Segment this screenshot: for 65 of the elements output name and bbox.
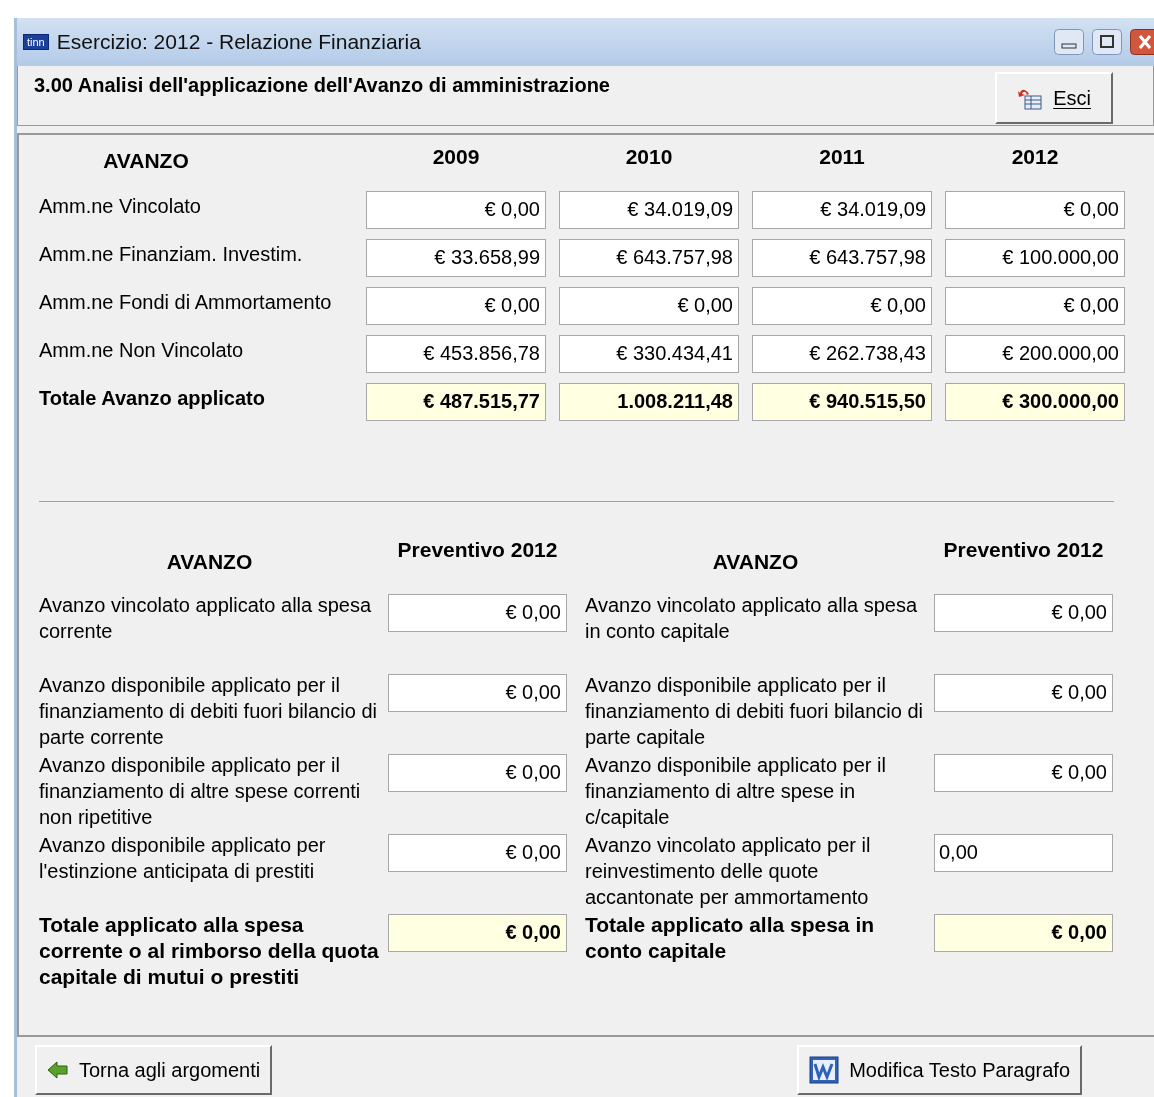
- app-logo: tinn: [23, 34, 49, 50]
- column-header: Preventivo 2012: [942, 537, 1105, 563]
- total-field: € 487.515,77: [366, 383, 546, 421]
- column-header: 2011: [818, 144, 866, 170]
- column-header: AVANZO: [165, 549, 254, 575]
- row-label: Amm.ne Fondi di Ammortamento: [39, 290, 333, 315]
- column-header: 2012: [1010, 144, 1060, 170]
- column-header: 2010: [624, 144, 674, 170]
- value-field[interactable]: € 643.757,98: [752, 239, 932, 277]
- total-field: € 0,00: [934, 914, 1113, 952]
- exit-button[interactable]: Esci: [995, 72, 1113, 124]
- total-field: € 940.515,50: [752, 383, 932, 421]
- row-label: Avanzo disponibile applicato per il finanziamento di debiti fuori bilancio di parte capitale: [585, 673, 924, 750]
- row-label: Avanzo vincolato applicato alla spesa in conto capitale: [585, 593, 919, 644]
- value-field[interactable]: € 0,00: [388, 594, 567, 632]
- left-arrow-icon: [47, 1061, 69, 1079]
- row-label: Amm.ne Non Vincolato: [39, 338, 245, 363]
- row-label: Avanzo disponibile applicato per l'estinzione anticipata di prestiti: [39, 833, 327, 884]
- value-field[interactable]: € 100.000,00: [945, 239, 1125, 277]
- total-field: € 300.000,00: [945, 383, 1125, 421]
- value-field[interactable]: € 0,00: [366, 287, 546, 325]
- row-label: Avanzo disponibile applicato per il finanziamento di altre spese in c/capitale: [585, 753, 887, 830]
- column-header: Preventivo 2012: [396, 537, 559, 563]
- maximize-icon[interactable]: [1092, 29, 1122, 55]
- total-field: 1.008.211,48: [559, 383, 739, 421]
- value-field[interactable]: € 0,00: [934, 754, 1113, 792]
- value-field[interactable]: € 453.856,78: [366, 335, 546, 373]
- value-field[interactable]: € 0,00: [945, 287, 1125, 325]
- value-field[interactable]: € 33.658,99: [366, 239, 546, 277]
- row-label: Avanzo disponibile applicato per il finanziamento di debiti fuori bilancio di parte corrente: [39, 673, 378, 750]
- window-title: Esercizio: 2012 - Relazione Finanziaria: [56, 30, 421, 54]
- row-label: Amm.ne Finanziam. Investim.: [39, 242, 304, 267]
- value-field[interactable]: € 643.757,98: [559, 239, 739, 277]
- value-field[interactable]: € 200.000,00: [945, 335, 1125, 373]
- close-icon[interactable]: [1130, 29, 1154, 55]
- total-field: € 0,00: [388, 914, 567, 952]
- row-label: Totale applicato alla spesa in conto capitale: [585, 912, 876, 964]
- value-field[interactable]: 0,00: [934, 834, 1113, 872]
- section-title: 3.00 Analisi dell'applicazione dell'Avanzo di amministrazione: [34, 74, 610, 97]
- value-field[interactable]: € 0,00: [945, 191, 1125, 229]
- edit-text-button[interactable]: Modifica Testo Paragrafo: [797, 1045, 1082, 1095]
- value-field[interactable]: € 0,00: [366, 191, 546, 229]
- value-field[interactable]: € 262.738,43: [752, 335, 932, 373]
- minimize-icon[interactable]: [1054, 29, 1084, 55]
- value-field[interactable]: € 0,00: [934, 594, 1113, 632]
- value-field[interactable]: € 34.019,09: [559, 191, 739, 229]
- value-field[interactable]: € 0,00: [388, 674, 567, 712]
- value-field[interactable]: € 330.434,41: [559, 335, 739, 373]
- row-label: Avanzo vincolato applicato alla spesa corrente: [39, 593, 373, 644]
- column-header: AVANZO: [102, 148, 190, 174]
- row-label: Totale applicato alla spesa corrente o al rimborso della quota capitale di mutui o prestiti: [39, 912, 380, 990]
- back-button[interactable]: Torna agli argomenti: [35, 1045, 273, 1095]
- document-icon: [809, 1056, 840, 1084]
- value-field[interactable]: € 0,00: [388, 834, 567, 872]
- column-header: AVANZO: [711, 549, 800, 575]
- column-header: 2009: [431, 144, 481, 170]
- row-label: Avanzo vincolato applicato per il reinvestimento delle quote accantonate per ammortamento: [585, 833, 872, 910]
- value-field[interactable]: € 0,00: [388, 754, 567, 792]
- value-field[interactable]: € 34.019,09: [752, 191, 932, 229]
- value-field[interactable]: € 0,00: [752, 287, 932, 325]
- row-label: Avanzo disponibile applicato per il finanziamento di altre spese correnti non ripetitive: [39, 753, 362, 830]
- row-label: Amm.ne Vincolato: [39, 194, 202, 219]
- row-label: Totale Avanzo applicato: [39, 386, 266, 411]
- value-field[interactable]: € 0,00: [934, 674, 1113, 712]
- value-field[interactable]: € 0,00: [559, 287, 739, 325]
